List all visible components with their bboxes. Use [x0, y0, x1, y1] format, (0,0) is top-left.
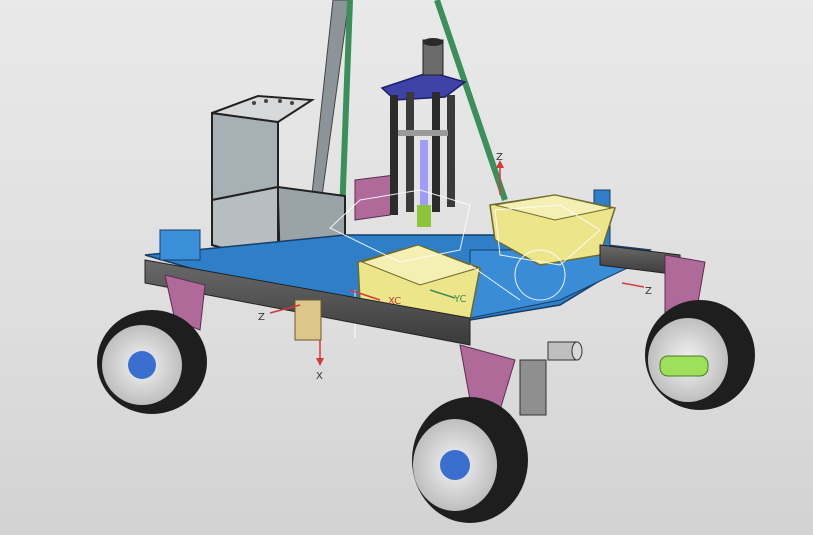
wheel-front-left[interactable] [97, 310, 207, 414]
wheel-rear-right[interactable] [645, 300, 755, 410]
camera-column[interactable] [380, 38, 467, 227]
axis-label-xc: XC [388, 296, 401, 307]
axis-label-z-right: Z [645, 286, 652, 297]
drill-head[interactable] [417, 205, 431, 227]
column-post-4 [447, 95, 455, 207]
front-left-mount [159, 229, 201, 261]
axis-label-x: X [316, 371, 323, 382]
drive-motor[interactable] [519, 341, 583, 416]
rover-model[interactable]: Z Z Z X XC YC [0, 0, 813, 535]
column-post-2 [406, 92, 414, 212]
hub-motor [659, 355, 709, 377]
open-lid[interactable] [211, 111, 279, 201]
axis-label-yc: YC [453, 294, 467, 305]
wheel-front-right[interactable] [412, 397, 528, 523]
axis-label-z-left: Z [258, 312, 265, 323]
axis-label-z-top: Z [496, 152, 503, 163]
column-bracket [398, 130, 448, 136]
column-post-1 [390, 95, 398, 215]
cad-3d-viewport[interactable]: Z Z Z X XC YC [0, 0, 813, 535]
